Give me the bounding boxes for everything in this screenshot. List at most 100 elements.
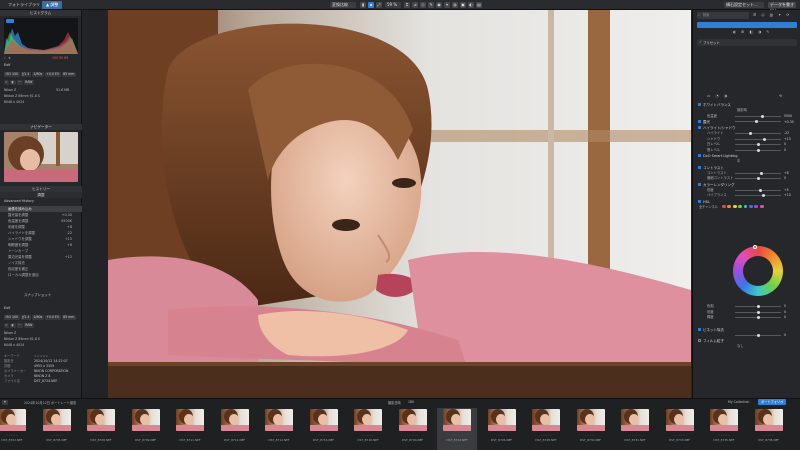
zoom-level[interactable]: 59 % [385,2,401,8]
filmstrip-thumbnail[interactable]: ☆☆☆☆☆ DST_8738.NEF [749,408,789,450]
fit-icon[interactable]: ⤢ [376,2,382,8]
filmstrip-thumbnail[interactable]: ☆☆☆☆☆ DST_8731.NEF [615,408,655,450]
thumbnail-rating[interactable]: ☆☆☆☆☆ [215,434,255,437]
thumbnail-rating[interactable]: ☆☆☆☆☆ [81,434,121,437]
filmstrip-thumbnail[interactable]: ☆☆☆☆☆ DST_8730.NEF [571,408,611,450]
thumbnail-rating[interactable]: ☆☆☆☆☆ [660,434,700,437]
thumbnail-rating[interactable]: ☆☆☆☆☆ [482,434,522,437]
export-settings-select[interactable]: 構石設定セット... [724,2,764,8]
filmstrip-thumbnail[interactable]: ☆☆☆☆☆ DST_8708.NEF [81,408,121,450]
filmstrip-thumbnail[interactable]: ☆☆☆☆☆ DST_8714.NEF [259,408,299,450]
thumbnail-rating[interactable]: ☆☆☆☆☆ [615,434,655,437]
preset-row[interactable]: プリセット ✓ [697,39,797,46]
red-channel-swatch[interactable] [722,204,726,209]
thumbnail-rating[interactable]: ☆☆☆☆☆ [704,434,744,437]
grain-mode[interactable]: なし [693,344,800,350]
thumbnail-rating[interactable]: ☆☆☆☆☆ [348,434,388,437]
thumbnail-image [487,409,516,431]
gradient-icon[interactable]: ▤ [476,2,482,8]
thumbnail-rating[interactable]: ☆☆☆☆☆ [259,434,299,437]
slider-row[interactable]: 輝度 0 [693,315,800,321]
filmstrip-thumbnail[interactable]: ☆☆☆☆☆ DST_8718.NEF [348,408,388,450]
split-view-icon[interactable]: ▮ [360,2,366,8]
white-balance-picker-icon[interactable]: ⌖ [444,2,450,8]
panel-tool-icons[interactable]: ☰ ◎ ▥ ✦ ⟳ [753,13,791,17]
filmstrip-thumbnail[interactable]: ☆☆☆☆☆ DST_8709.NEF [126,408,166,450]
filmstrip-thumbnail[interactable]: ☆☆☆☆☆ DST_8716.NEF [304,408,344,450]
smart-lighting-checkbox[interactable] [698,154,702,158]
histogram-channel-toggle[interactable] [6,19,14,23]
thumbnail-rating[interactable]: ☆☆☆☆☆ [170,434,210,437]
straighten-icon[interactable]: ⊿ [412,2,418,8]
hsl-swatch-row[interactable]: 全チャンネル [693,204,800,211]
tab-photo-library[interactable]: フォトライブラリ [4,1,44,9]
cyan-channel-swatch[interactable] [743,204,748,209]
mask-icon[interactable]: ◐ [468,2,474,8]
perspective-icon[interactable]: ◇ [420,2,426,8]
filmstrip-thumbnail[interactable]: ☆☆☆☆☆ DST_8733.NEF [660,408,700,450]
history-group[interactable]: Advanced History [0,198,82,204]
search-input[interactable]: 検索 [697,12,749,19]
filmstrip-thumbnail[interactable]: ☆☆☆☆☆ DST_8712.NEF [215,408,255,450]
reset-icon[interactable]: ⟲ [779,94,782,98]
filmstrip-thumbnail[interactable]: ☆☆☆☆☆ DST_8728.NEF [526,408,566,450]
orange-channel-swatch[interactable] [727,204,732,209]
thumbnail-rating[interactable]: ☆☆☆☆☆ [571,434,611,437]
thumbnail-rating[interactable]: ☆☆☆☆☆ [526,434,566,437]
metering-chip: ◐ [9,323,16,328]
filmstrip-thumbnail[interactable]: ☆☆☆☆☆ DST_8724.NEF [437,408,477,450]
filmstrip-thumbnail[interactable]: ☆☆☆☆☆ DST_8726.NEF [482,408,522,450]
thumbnail-filename: DST_8712.NEF [223,438,246,442]
repair-brush-icon[interactable]: ✎ [428,2,434,8]
wb-checkbox[interactable] [698,103,702,107]
metadata-list: キーワード ☆☆☆☆☆ 撮影日 2024/10/12 14:22:07 評価 4955… [0,354,82,384]
histogram-header[interactable]: ヒストグラム [0,10,81,16]
clipping-icons[interactable]: ☾ ☀ [4,56,11,60]
contrast-checkbox[interactable] [698,165,702,169]
hsl-color-wheel[interactable] [733,245,783,296]
vignette-checkbox[interactable] [698,327,702,331]
compare-button[interactable]: 変換比較 [330,2,356,8]
thumbnail-rating[interactable]: ☆☆☆☆☆ [437,434,477,437]
watermark-icon[interactable]: ▣ [460,2,466,8]
thumbnail-rating[interactable]: ☆☆☆☆☆ [304,434,344,437]
shutter-chip: 1/80s [31,315,44,320]
image-dimensions-2: 6048 x 4024 [4,343,25,347]
blue-channel-swatch[interactable] [749,204,753,209]
panel-tab-bar[interactable] [697,22,797,28]
tone-toolbar-icons[interactable]: ▭ ◔ ◑ [707,94,729,98]
thumbnail-rating[interactable]: ☆☆☆☆☆ [37,434,77,437]
thumbnail-rating[interactable]: ☆☆☆☆☆ [749,434,789,437]
filmstrip-thumbnail[interactable]: ☆☆☆☆☆ DST_8711.NEF [170,408,210,450]
filmstrip-thumbnail[interactable]: ☆☆☆☆☆ DST_8720.NEF [393,408,433,450]
thumbnail-rating[interactable]: ☆☆☆☆☆ [0,434,32,437]
grain-checkbox[interactable] [698,339,702,343]
color-wheel-handle[interactable] [753,245,757,249]
navigator-header[interactable]: ナビゲーター [0,124,82,130]
hsl-mode[interactable]: 全チャンネル [699,205,718,209]
navigator-thumbnail[interactable] [4,132,78,182]
yellow-channel-swatch[interactable] [732,204,737,209]
filmstrip-thumbnail[interactable]: ☆☆☆☆☆ DST_8735.NEF [704,408,744,450]
filmstrip-thumbnail[interactable]: ☆☆☆☆☆ DST_8705.NEF [37,408,77,450]
single-view-icon[interactable]: ▪ [368,2,374,8]
red-eye-icon[interactable]: ◉ [436,2,442,8]
snapshot-button[interactable]: スナップショット [24,292,51,297]
image-viewer[interactable] [82,10,692,398]
exposure-checkbox[interactable] [698,120,702,124]
green-channel-swatch[interactable] [738,204,743,209]
panel-sub-icons[interactable]: ◐ ⊞ ◧ ◑ ✎ [733,30,771,34]
purple-channel-swatch[interactable] [754,204,759,209]
tab-customize[interactable]: ▲ 調整 [42,1,63,9]
export-button[interactable]: データを書き出し [768,2,796,13]
filmstrip-thumbnail[interactable]: ☆☆☆☆☆ DST_8703.NEF [0,408,32,450]
color-checkbox[interactable] [698,182,702,186]
thumbnail-rating[interactable]: ☆☆☆☆☆ [126,434,166,437]
hsl-checkbox[interactable] [698,199,702,203]
tone-checkbox[interactable] [698,126,702,130]
crop-icon[interactable]: ⌗ [404,2,410,8]
history-item[interactable]: ローカル調整を追加 [0,272,82,278]
thumbnail-rating[interactable]: ☆☆☆☆☆ [393,434,433,437]
local-adjust-icon[interactable]: ◍ [452,2,458,8]
magenta-channel-swatch[interactable] [759,204,764,209]
